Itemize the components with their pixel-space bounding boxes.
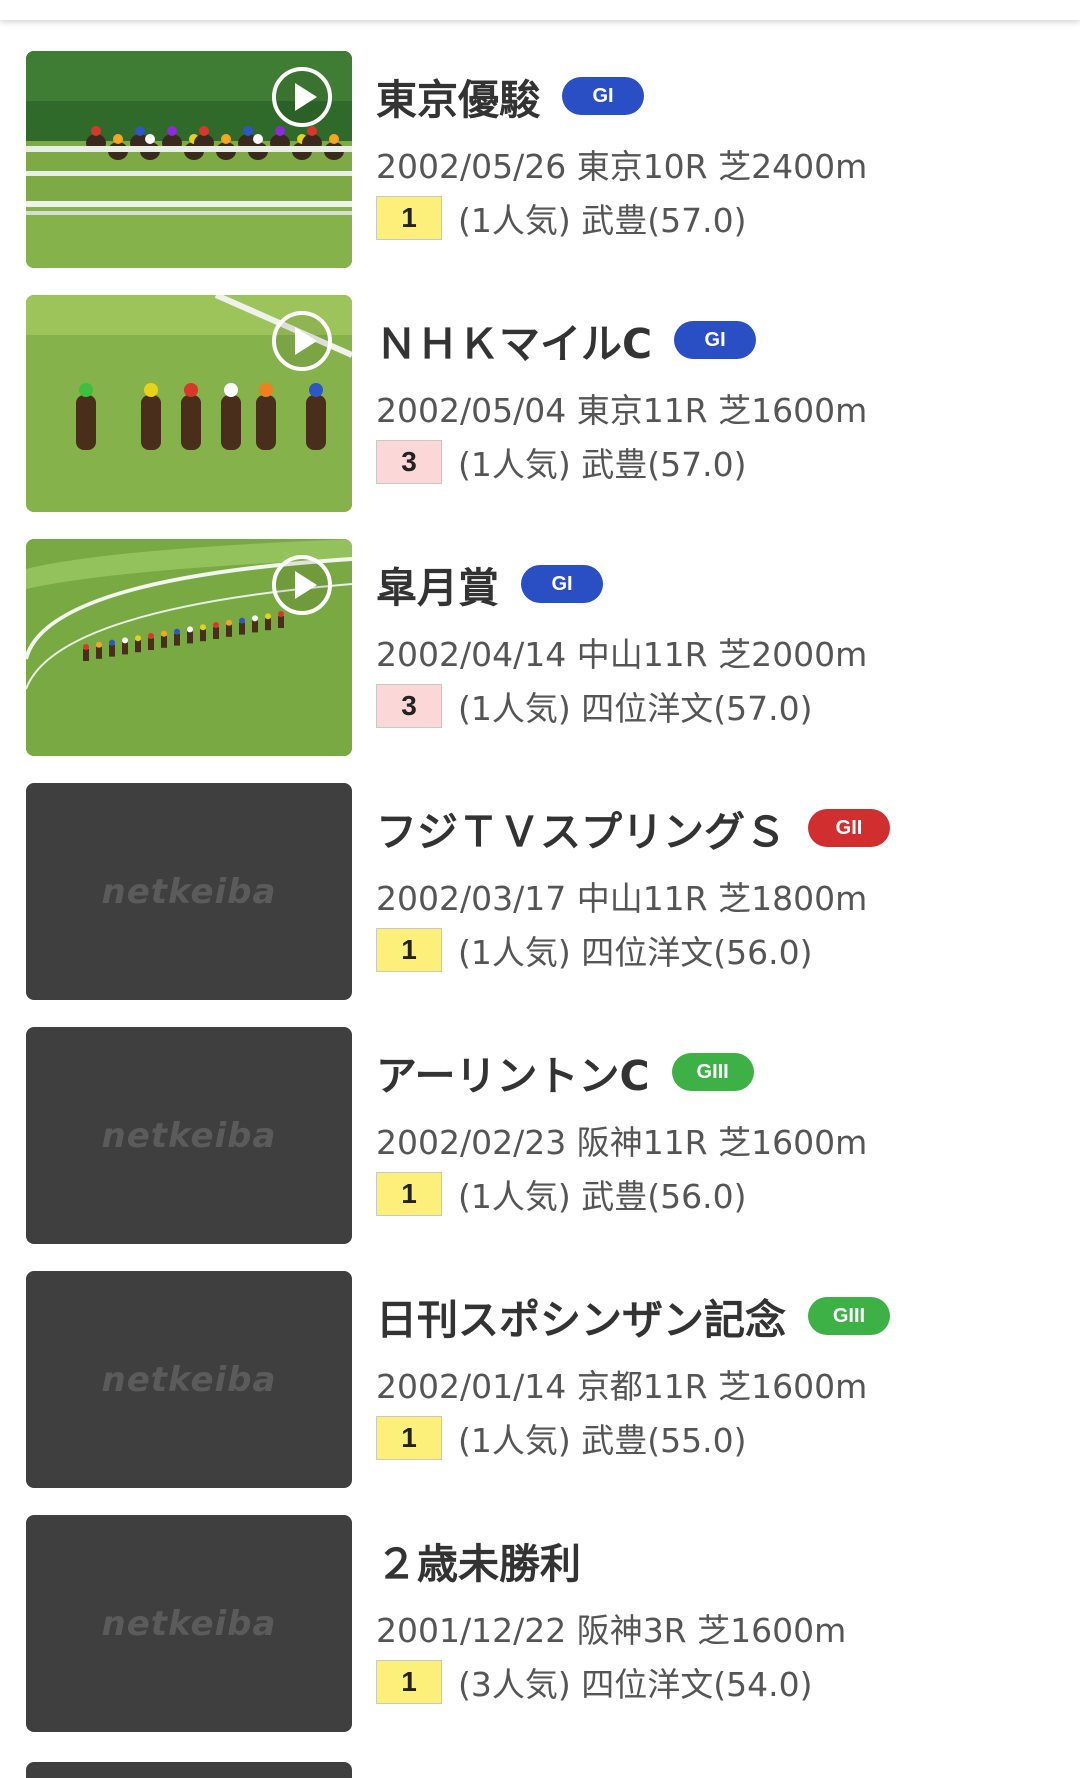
- race-list-item[interactable]: netkeiba ２歳未勝利 2001/12/22 阪神3R 芝1600m 1 (3人気…: [0, 1515, 1080, 1759]
- race-date-course: 2002/01/14 京都11R 芝1600m: [376, 1367, 868, 1406]
- race-title-row: 皐月賞 GI: [376, 539, 1056, 629]
- grade-badge: GI: [562, 77, 644, 115]
- netkeiba-logo: netkeiba: [101, 871, 277, 912]
- race-result-row: 1 (1人気) 武豊(55.0): [376, 1413, 1056, 1463]
- play-icon[interactable]: [270, 553, 334, 617]
- race-title-row: ＮＨＫマイルC GI: [376, 295, 1056, 385]
- finish-position-badge: 1: [376, 1172, 442, 1216]
- race-info: ＮＨＫマイルC GI 2002/05/04 東京11R 芝1600m 3 (1人気) 武…: [376, 295, 1056, 487]
- race-title-row: フジＴＶスプリングＳ GII: [376, 783, 1056, 873]
- race-list-item[interactable]: netkeiba アーリントンC GIII 2002/02/23 阪神11R 芝160…: [0, 1027, 1080, 1271]
- popularity-jockey-weight: (1人気) 四位洋文(57.0): [458, 689, 813, 728]
- finish-position-badge: 1: [376, 1660, 442, 1704]
- race-title-row: 東京優駿 GI: [376, 51, 1056, 141]
- grade-badge: GI: [674, 321, 757, 359]
- grade-badge: GI: [521, 565, 603, 603]
- netkeiba-logo: netkeiba: [101, 1359, 277, 1400]
- top-header-bar: [0, 0, 1080, 20]
- race-video-thumbnail[interactable]: [26, 51, 352, 268]
- race-title-row: アーリントンC GIII: [376, 1027, 1056, 1117]
- popularity-jockey-weight: (1人気) 武豊(57.0): [458, 445, 747, 484]
- race-video-thumbnail[interactable]: [26, 539, 352, 756]
- race-list-item[interactable]: netkeiba 日刊スポシンザン記念 GIII 2002/01/14 京都11R 芝…: [0, 1271, 1080, 1515]
- race-thumbnail-partial[interactable]: [26, 1762, 352, 1778]
- race-title-row: 日刊スポシンザン記念 GIII: [376, 1271, 1056, 1361]
- race-name[interactable]: アーリントンC: [376, 1042, 650, 1102]
- race-list-item[interactable]: netkeiba フジＴＶスプリングＳ GII 2002/03/17 中山11R 芝1…: [0, 783, 1080, 1027]
- race-name[interactable]: 日刊スポシンザン記念: [376, 1286, 786, 1346]
- race-list-item[interactable]: 東京優駿 GI 2002/05/26 東京10R 芝2400m 1 (1人気) 武豊(5…: [0, 51, 1080, 295]
- popularity-jockey-weight: (1人気) 武豊(56.0): [458, 1177, 747, 1216]
- race-info: 日刊スポシンザン記念 GIII 2002/01/14 京都11R 芝1600m 1 (1…: [376, 1271, 1056, 1463]
- netkeiba-logo: netkeiba: [101, 1603, 277, 1644]
- finish-position-badge: 1: [376, 1416, 442, 1460]
- race-result-row: 1 (1人気) 武豊(57.0): [376, 193, 1056, 243]
- popularity-jockey-weight: (1人気) 武豊(55.0): [458, 1421, 747, 1460]
- popularity-jockey-weight: (3人気) 四位洋文(54.0): [458, 1665, 813, 1704]
- race-date-course: 2002/05/04 東京11R 芝1600m: [376, 391, 868, 430]
- race-title-row: ２歳未勝利: [376, 1515, 1056, 1605]
- race-name[interactable]: フジＴＶスプリングＳ: [376, 798, 786, 858]
- netkeiba-logo: netkeiba: [101, 1115, 277, 1156]
- popularity-jockey-weight: (1人気) 武豊(57.0): [458, 201, 747, 240]
- race-result-row: 3 (1人気) 武豊(57.0): [376, 437, 1056, 487]
- race-thumbnail-placeholder[interactable]: netkeiba: [26, 1027, 352, 1244]
- race-info: アーリントンC GIII 2002/02/23 阪神11R 芝1600m 1 (1人気)…: [376, 1027, 1056, 1219]
- race-date-course: 2001/12/22 阪神3R 芝1600m: [376, 1611, 847, 1650]
- race-list-item[interactable]: ＮＨＫマイルC GI 2002/05/04 東京11R 芝1600m 3 (1人気) 武…: [0, 295, 1080, 539]
- race-info: フジＴＶスプリングＳ GII 2002/03/17 中山11R 芝1800m 1 (1人…: [376, 783, 1056, 975]
- race-result-row: 1 (1人気) 四位洋文(56.0): [376, 925, 1056, 975]
- race-date-course: 2002/02/23 阪神11R 芝1600m: [376, 1123, 868, 1162]
- race-name[interactable]: ２歳未勝利: [376, 1530, 581, 1590]
- play-icon[interactable]: [270, 65, 334, 129]
- race-name[interactable]: ＮＨＫマイルC: [376, 310, 652, 370]
- race-info: 皐月賞 GI 2002/04/14 中山11R 芝2000m 3 (1人気) 四位洋文(…: [376, 539, 1056, 731]
- race-result-row: 1 (3人気) 四位洋文(54.0): [376, 1657, 1056, 1707]
- race-info: 東京優駿 GI 2002/05/26 東京10R 芝2400m 1 (1人気) 武豊(5…: [376, 51, 1056, 243]
- race-thumbnail-placeholder[interactable]: netkeiba: [26, 1515, 352, 1732]
- race-date-course: 2002/04/14 中山11R 芝2000m: [376, 635, 868, 674]
- finish-position-badge: 1: [376, 196, 442, 240]
- finish-position-badge: 3: [376, 440, 442, 484]
- race-result-row: 3 (1人気) 四位洋文(57.0): [376, 681, 1056, 731]
- popularity-jockey-weight: (1人気) 四位洋文(56.0): [458, 933, 813, 972]
- play-icon[interactable]: [270, 309, 334, 373]
- race-result-row: 1 (1人気) 武豊(56.0): [376, 1169, 1056, 1219]
- race-thumbnail-placeholder[interactable]: netkeiba: [26, 783, 352, 1000]
- race-name[interactable]: 東京優駿: [376, 66, 540, 126]
- race-name[interactable]: 皐月賞: [376, 554, 499, 614]
- race-list-item[interactable]: 皐月賞 GI 2002/04/14 中山11R 芝2000m 3 (1人気) 四位洋文(…: [0, 539, 1080, 783]
- finish-position-badge: 1: [376, 928, 442, 972]
- grade-badge: GII: [808, 809, 890, 847]
- race-date-course: 2002/05/26 東京10R 芝2400m: [376, 147, 868, 186]
- race-info: ２歳未勝利 2001/12/22 阪神3R 芝1600m 1 (3人気) 四位洋文(5…: [376, 1515, 1056, 1707]
- grade-badge: GIII: [671, 1053, 754, 1091]
- race-thumbnail-placeholder[interactable]: netkeiba: [26, 1271, 352, 1488]
- finish-position-badge: 3: [376, 684, 442, 728]
- race-history-list: 東京優駿 GI 2002/05/26 東京10R 芝2400m 1 (1人気) 武豊(5…: [0, 51, 1080, 1759]
- race-video-thumbnail[interactable]: [26, 295, 352, 512]
- grade-badge: GIII: [808, 1297, 890, 1335]
- race-date-course: 2002/03/17 中山11R 芝1800m: [376, 879, 868, 918]
